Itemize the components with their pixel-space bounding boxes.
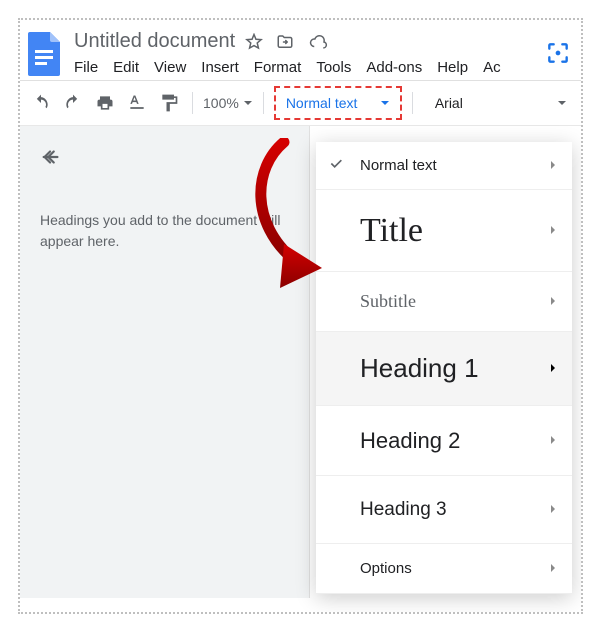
style-option-options[interactable]: Options	[316, 544, 572, 594]
menu-insert[interactable]: Insert	[201, 59, 239, 76]
style-option-subtitle[interactable]: Subtitle	[316, 272, 572, 332]
check-icon	[328, 155, 344, 176]
menu-file[interactable]: File	[74, 59, 98, 76]
capture-icon[interactable]	[545, 40, 571, 71]
style-option-label: Heading 1	[360, 353, 548, 384]
chevron-right-icon	[548, 501, 558, 519]
menu-truncated[interactable]: Ac	[483, 59, 501, 76]
menu-bar: File Edit View Insert Format Tools Add-o…	[74, 59, 575, 76]
outline-panel: Headings you add to the document will ap…	[20, 126, 310, 598]
undo-button[interactable]	[28, 90, 54, 116]
spellcheck-button[interactable]	[124, 90, 150, 116]
style-option-normal-text[interactable]: Normal text	[316, 142, 572, 190]
paint-format-button[interactable]	[156, 90, 182, 116]
outline-placeholder: Headings you add to the document will ap…	[40, 210, 289, 252]
style-option-label: Options	[360, 560, 548, 577]
move-to-folder-icon[interactable]	[275, 33, 295, 51]
chevron-down-icon	[380, 95, 390, 111]
paragraph-style-selector[interactable]: Normal text	[274, 86, 402, 120]
menu-format[interactable]: Format	[254, 59, 302, 76]
menu-view[interactable]: View	[154, 59, 186, 76]
zoom-value: 100%	[203, 95, 239, 111]
font-selector[interactable]: Arial	[435, 95, 573, 111]
chevron-right-icon	[548, 222, 558, 240]
style-option-label: Subtitle	[360, 291, 548, 312]
chevron-right-icon	[548, 560, 558, 578]
print-button[interactable]	[92, 90, 118, 116]
chevron-right-icon	[548, 293, 558, 311]
menu-edit[interactable]: Edit	[113, 59, 139, 76]
style-option-heading-2[interactable]: Heading 2	[316, 406, 572, 476]
style-option-label: Normal text	[360, 157, 548, 174]
toolbar-divider	[192, 92, 193, 114]
chevron-right-icon	[548, 360, 558, 378]
paragraph-style-dropdown: Normal text Title Subtitle Heading 1 Hea…	[316, 142, 572, 594]
style-option-label: Heading 2	[360, 428, 548, 454]
docs-logo-icon[interactable]	[26, 30, 64, 78]
style-option-label: Heading 3	[360, 499, 548, 521]
cloud-status-icon[interactable]	[307, 33, 329, 51]
style-option-label: Title	[360, 212, 548, 250]
font-label: Arial	[435, 95, 463, 111]
toolbar: 100% Normal text Arial	[20, 80, 581, 126]
menu-help[interactable]: Help	[437, 59, 468, 76]
chevron-right-icon	[548, 432, 558, 450]
menu-addons[interactable]: Add-ons	[366, 59, 422, 76]
outline-line2: appear here.	[40, 233, 119, 249]
outline-line1: Headings you add to the document will	[40, 212, 280, 228]
document-title[interactable]: Untitled document	[74, 30, 235, 53]
zoom-selector[interactable]: 100%	[203, 95, 253, 111]
style-option-heading-3[interactable]: Heading 3	[316, 476, 572, 544]
toolbar-divider	[263, 92, 264, 114]
chevron-right-icon	[548, 157, 558, 175]
style-option-heading-1[interactable]: Heading 1	[316, 332, 572, 406]
redo-button[interactable]	[60, 90, 86, 116]
style-selector-label: Normal text	[286, 95, 358, 111]
style-option-title[interactable]: Title	[316, 190, 572, 272]
menu-tools[interactable]: Tools	[316, 59, 351, 76]
toolbar-divider	[412, 92, 413, 114]
star-icon[interactable]	[245, 33, 263, 51]
outline-collapse-button[interactable]	[40, 146, 289, 174]
